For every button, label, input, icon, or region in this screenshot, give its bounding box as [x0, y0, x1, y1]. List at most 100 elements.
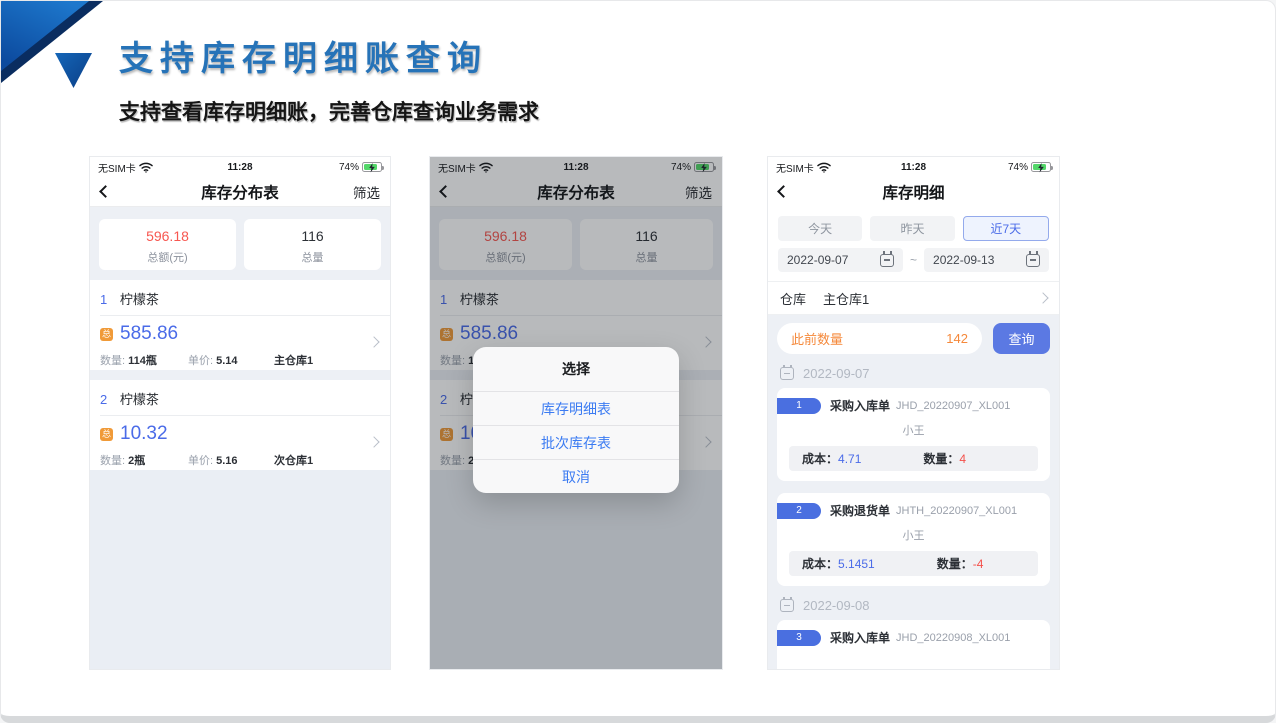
inventory-detail-screen: 无SIM卡 11:28 74% 库存明细 今天 昨天 近7天 2022-09-0… [767, 156, 1060, 670]
item-amount: 10.32 [120, 423, 168, 444]
summary-card-quantity: 116 总量 [244, 219, 381, 270]
warehouse-label: 仓库 [780, 289, 806, 308]
nav-bar: 库存明细 [768, 177, 1059, 207]
qty-value: 114瓶 [128, 355, 157, 367]
price-value: 5.16 [216, 455, 237, 467]
calendar-icon [1026, 254, 1040, 267]
total-quantity-value: 116 [244, 228, 381, 244]
battery-charging-icon [362, 162, 382, 172]
range-separator: ~ [910, 253, 917, 267]
group-date-label: 2022-09-08 [780, 598, 1047, 613]
record-index-pill: 2 [777, 503, 821, 519]
record-qty-label: 数量： [937, 555, 973, 572]
total-quantity-label: 总量 [244, 249, 381, 265]
summary-strip: 596.18 总额(元) 116 总量 [90, 207, 390, 280]
action-sheet-cancel[interactable]: 取消 [473, 459, 679, 493]
record-qty-label: 数量： [923, 450, 959, 467]
goods-item-row[interactable]: 2 柠檬茶 总 10.32 数量: 2瓶 单价: 5.16 次仓库1 [90, 380, 390, 470]
price-value: 5.14 [216, 355, 237, 367]
warehouse-value: 主仓库1 [274, 352, 313, 368]
nav-title: 库存分布表 [201, 181, 279, 203]
record-operator: 小王 [777, 527, 1050, 543]
tab-today[interactable]: 今天 [778, 216, 862, 241]
cost-label: 成本： [802, 450, 838, 467]
tab-last7days[interactable]: 近7天 [963, 216, 1049, 241]
back-button[interactable] [99, 185, 112, 198]
record-index-pill: 3 [777, 630, 821, 646]
cost-value: 5.1451 [838, 557, 875, 571]
record-number: JHTH_20220907_XL001 [896, 505, 1017, 517]
back-button[interactable] [777, 185, 790, 198]
action-sheet-option-detail[interactable]: 库存明细表 [473, 391, 679, 425]
status-bar: 无SIM卡 11:28 74% [768, 157, 1059, 177]
record-qty-value: 4 [959, 452, 966, 466]
time-label: 11:28 [90, 162, 390, 173]
filter-button[interactable]: 筛选 [353, 182, 380, 202]
record-type: 采购退货单 [830, 502, 890, 519]
cost-value: 4.71 [838, 452, 861, 466]
end-date-field[interactable]: 2022-09-13 [924, 248, 1049, 272]
end-date-value: 2022-09-13 [933, 253, 994, 267]
action-sheet-title: 选择 [473, 347, 679, 391]
cost-label: 成本： [802, 555, 838, 572]
slide: 支持库存明细账查询 支持查看库存明细账，完善仓库查询业务需求 无SIM卡 11:… [0, 0, 1276, 723]
goods-item-row[interactable]: 1 柠檬茶 总 585.86 数量: 114瓶 单价: 5.14 主仓库1 [90, 280, 390, 370]
group-date: 2022-09-08 [803, 598, 870, 613]
item-index: 2 [100, 392, 107, 407]
previous-quantity-value: 142 [946, 331, 968, 346]
total-amount-label: 总额(元) [99, 249, 236, 265]
triangle-decoration [55, 53, 92, 88]
record-type: 采购入库单 [830, 629, 890, 646]
previous-quantity-label: 此前数量 [791, 329, 843, 348]
previous-quantity-bar: 此前数量 142 [777, 323, 982, 354]
inventory-distribution-screen: 无SIM卡 11:28 74% 库存分布表 筛选 596.18 总额(元) 11… [89, 156, 391, 670]
chevron-right-icon [1037, 292, 1048, 303]
nav-bar: 库存分布表 筛选 [90, 177, 390, 207]
date-range-row: 2022-09-07 ~ 2022-09-13 [768, 248, 1059, 281]
record-card: 2 采购退货单 JHTH_20220907_XL001 小王 成本： 5.145… [777, 493, 1050, 586]
record-type: 采购入库单 [830, 397, 890, 414]
group-date: 2022-09-07 [803, 366, 870, 381]
calendar-icon [780, 367, 794, 380]
record-number: JHD_20220907_XL001 [896, 400, 1010, 412]
qty-label: 数量: [100, 455, 125, 467]
total-amount-value: 596.18 [99, 228, 236, 244]
page-title: 支持库存明细账查询 [119, 31, 488, 80]
item-index: 1 [100, 292, 107, 307]
tab-yesterday[interactable]: 昨天 [870, 216, 954, 241]
date-filter-tabs: 今天 昨天 近7天 [768, 207, 1059, 248]
group-date-label: 2022-09-07 [780, 366, 1047, 381]
qty-label: 数量: [100, 355, 125, 367]
time-label: 11:28 [768, 162, 1059, 173]
battery-charging-icon [1031, 162, 1051, 172]
qty-value: 2瓶 [128, 455, 145, 467]
item-amount: 585.86 [120, 323, 178, 344]
total-badge-icon: 总 [100, 428, 113, 441]
record-card: 1 采购入库单 JHD_20220907_XL001 小王 成本： 4.71 数… [777, 388, 1050, 481]
warehouse-value: 次仓库1 [274, 452, 313, 468]
status-bar: 无SIM卡 11:28 74% [90, 157, 390, 177]
record-index-pill: 1 [777, 398, 821, 414]
item-name: 柠檬茶 [120, 292, 159, 307]
chevron-right-icon [368, 436, 379, 447]
total-badge-icon: 总 [100, 328, 113, 341]
start-date-field[interactable]: 2022-09-07 [778, 248, 903, 272]
record-qty-value: -4 [973, 557, 984, 571]
warehouse-row[interactable]: 仓库 主仓库1 [768, 282, 1059, 314]
calendar-icon [880, 254, 894, 267]
price-label: 单价: [188, 455, 213, 467]
calendar-icon [780, 599, 794, 612]
action-sheet-option-batch[interactable]: 批次库存表 [473, 425, 679, 459]
chevron-right-icon [368, 336, 379, 347]
query-button[interactable]: 查询 [993, 323, 1050, 354]
start-date-value: 2022-09-07 [787, 253, 848, 267]
record-number: JHD_20220908_XL001 [896, 632, 1010, 644]
detail-list: 此前数量 142 查询 2022-09-07 1 采购入库单 JHD_20220… [768, 315, 1059, 669]
inventory-distribution-screen-dimmed: 无SIM卡 11:28 74% 库存分布表 筛选 596.18 总额(元) 11… [429, 156, 723, 670]
action-sheet: 选择 库存明细表 批次库存表 取消 [473, 347, 679, 493]
warehouse-value: 主仓库1 [823, 289, 869, 308]
summary-card-amount: 596.18 总额(元) [99, 219, 236, 270]
record-card: 3 采购入库单 JHD_20220908_XL001 [777, 620, 1050, 669]
item-name: 柠檬茶 [120, 392, 159, 407]
price-label: 单价: [188, 355, 213, 367]
